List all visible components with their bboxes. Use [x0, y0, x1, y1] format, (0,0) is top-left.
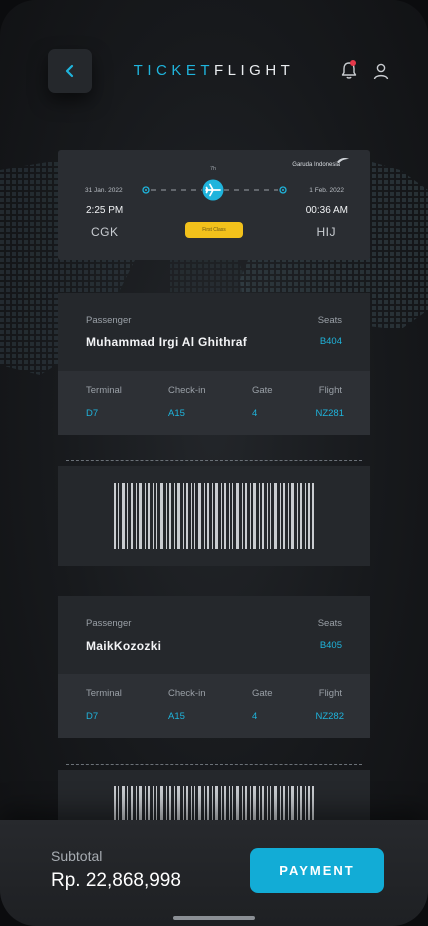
- brand-part-flight: FLIGHT: [214, 62, 295, 79]
- barcode-image: [114, 483, 314, 549]
- user-icon[interactable]: [372, 62, 390, 80]
- checkin-label: Check-in: [168, 385, 206, 396]
- flight-label: Flight: [318, 688, 342, 699]
- gate-value: 4: [252, 408, 258, 419]
- passenger-section: Passenger Seats MaikKozozki B405: [58, 596, 370, 674]
- flight-route: [142, 179, 287, 201]
- app-title: TICKETFLIGHT: [0, 62, 428, 79]
- flight-summary-card: Garuda Indonesia 7h 31 Jan. 2022 1 Feb. …: [58, 150, 370, 260]
- arrive-airport-code: HIJ: [316, 225, 336, 239]
- passenger-name: Muhammad Irgi Al Ghithraf: [86, 335, 248, 349]
- gate-label: Gate: [252, 688, 273, 699]
- gate-value: 4: [252, 711, 258, 722]
- terminal-value: D7: [86, 711, 99, 722]
- passenger-label: Passenger: [86, 618, 132, 629]
- terminal-label: Terminal: [86, 688, 122, 699]
- seats-label: Seats: [317, 315, 342, 326]
- flight-label: Flight: [318, 385, 342, 396]
- app-screen: TICKETFLIGHT Garuda Indonesia 7h 31 Jan.…: [0, 0, 428, 926]
- barcode-card: [58, 466, 370, 566]
- arrive-date: 1 Feb. 2022: [309, 187, 344, 194]
- passenger-label: Passenger: [86, 315, 132, 326]
- arrive-time: 00:36 AM: [305, 205, 348, 216]
- flight-details-section: Terminal Check-in Gate Flight D7 A15 4 N…: [58, 674, 370, 738]
- checkout-footer: Subtotal Rp. 22,868,998 PAYMENT: [0, 820, 428, 926]
- flight-number-value: NZ281: [315, 408, 344, 419]
- gate-label: Gate: [252, 385, 273, 396]
- seat-value: B405: [319, 640, 342, 651]
- checkin-label: Check-in: [168, 688, 206, 699]
- depart-time: 2:25 PM: [86, 205, 124, 216]
- payment-button[interactable]: PAYMENT: [250, 848, 384, 893]
- terminal-value: D7: [86, 408, 99, 419]
- passenger-section: Passenger Seats Muhammad Irgi Al Ghithra…: [58, 293, 370, 371]
- seats-label: Seats: [317, 618, 342, 629]
- flight-details-section: Terminal Check-in Gate Flight D7 A15 4 N…: [58, 371, 370, 435]
- class-badge: First Class: [185, 222, 243, 238]
- subtotal-value: Rp. 22,868,998: [51, 870, 181, 891]
- flight-number-value: NZ282: [315, 711, 344, 722]
- checkin-value: A15: [168, 408, 185, 419]
- home-indicator[interactable]: [173, 916, 255, 920]
- subtotal-label: Subtotal: [51, 848, 103, 864]
- ticket-card: Passenger Seats MaikKozozki B405 Termina…: [58, 596, 370, 738]
- ticket-tear-line: [66, 460, 362, 461]
- terminal-label: Terminal: [86, 385, 122, 396]
- airline-name: Garuda Indonesia: [292, 162, 340, 168]
- checkin-value: A15: [168, 711, 185, 722]
- ticket-tear-line: [66, 764, 362, 765]
- depart-airport-code: CGK: [91, 225, 119, 239]
- depart-date: 31 Jan. 2022: [85, 187, 123, 194]
- seat-value: B404: [319, 336, 342, 347]
- notification-badge: [350, 60, 356, 66]
- flight-duration: 7h: [210, 166, 217, 172]
- brand-part-ticket: TICKET: [133, 62, 214, 79]
- passenger-name: MaikKozozki: [86, 639, 162, 653]
- ticket-card: Passenger Seats Muhammad Irgi Al Ghithra…: [58, 293, 370, 435]
